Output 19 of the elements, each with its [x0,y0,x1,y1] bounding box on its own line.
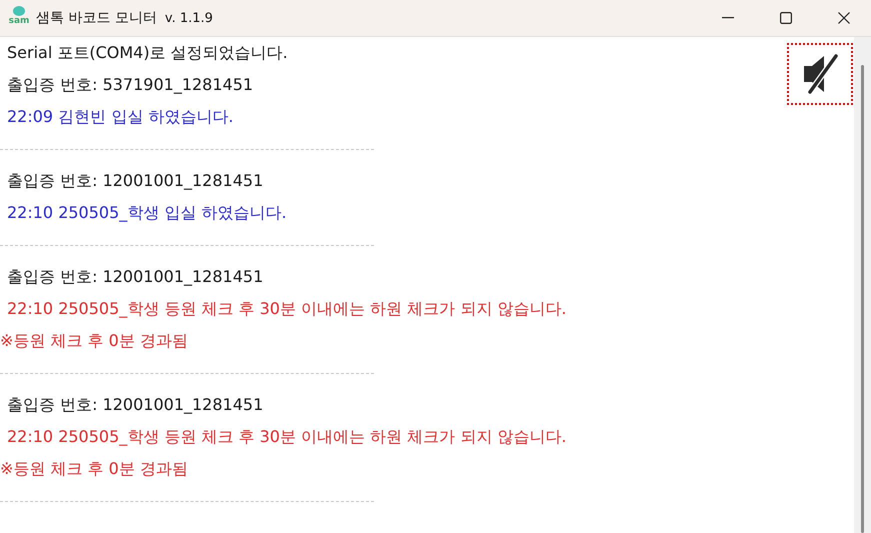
log-line: 22:10 250505_학생 등원 체크 후 30분 이내에는 하원 체크가 되지 않습니다. [6,298,566,320]
log-line: 출입증 번호: 12001001_1281451 [6,266,264,288]
log-line: 출입증 번호: 5371901_1281451 [6,74,254,96]
close-icon[interactable] [838,12,850,24]
sound-toggle-button[interactable] [787,43,853,105]
log-line: ※등원 체크 후 0분 경과됨 [0,458,188,480]
maximize-icon[interactable] [780,12,792,24]
log-line: 22:10 250505_학생 입실 하였습니다. [6,202,287,224]
minimize-icon[interactable] [722,17,734,19]
log-line: 22:09 김현빈 입실 하였습니다. [6,106,234,128]
log-line: 출입증 번호: 12001001_1281451 [6,394,264,416]
scrollbar[interactable] [854,37,871,533]
app-logo: sam [8,6,30,30]
version-label: v. 1.1.9 [164,10,213,26]
window-title: 샘톡 바코드 모니터 [36,9,157,27]
log-line: 출입증 번호: 12001001_1281451 [6,170,264,192]
log-line: 22:10 250505_학생 등원 체크 후 30분 이내에는 하원 체크가 되지 않습니다. [6,426,566,448]
log-line: Serial 포트(COM4)로 설정되었습니다. [6,42,288,64]
log-line: ※등원 체크 후 0분 경과됨 [0,330,188,352]
